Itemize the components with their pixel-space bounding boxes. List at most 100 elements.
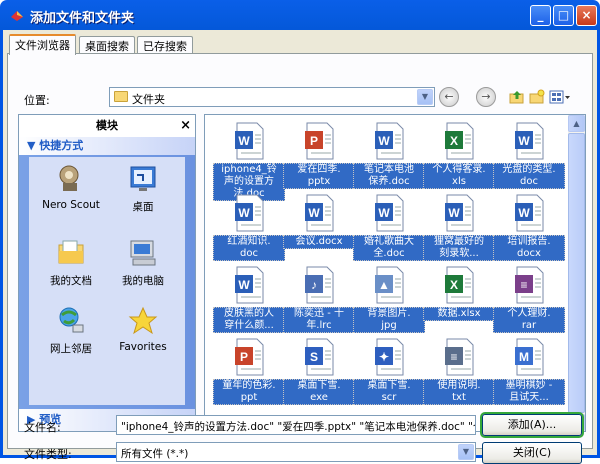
nero-scout-icon (59, 165, 79, 191)
file-item[interactable]: Wiphone4_铃 声的设置方 法.doc (213, 121, 285, 201)
shortcut-desktop[interactable]: 桌面 (107, 163, 179, 214)
shortcuts-section-header[interactable]: ▼ 快捷方式 (19, 137, 195, 155)
forward-button[interactable]: → (476, 87, 496, 107)
file-label: 背景图片. jpg (353, 307, 425, 333)
mp3-file-icon: M (511, 337, 547, 377)
view-menu-icon[interactable] (549, 89, 571, 105)
rar-file-icon: ≡ (511, 265, 547, 305)
file-item[interactable]: W 笔记本电池 保养.doc (353, 121, 425, 189)
doc-file-icon: W (441, 193, 477, 233)
file-item[interactable]: P 童年的色彩. ppt (213, 337, 285, 405)
tab-saved-search[interactable]: 已存搜索 (137, 36, 193, 54)
shortcut-my-documents[interactable]: 我的文档 (35, 237, 107, 288)
svg-text:≡: ≡ (520, 278, 527, 292)
modules-header: 模块 × (19, 115, 195, 137)
back-button[interactable]: ← (439, 87, 459, 107)
file-label: 培训报告. docx (493, 235, 565, 261)
location-combobox[interactable]: 文件夹 ▼ (109, 87, 435, 107)
file-label-line: 墨明棋妙 - (505, 380, 553, 391)
file-label: 使用说明. txt (423, 379, 495, 405)
svg-text:W: W (448, 206, 460, 220)
file-item[interactable]: ♪ 陈奕迅 - 十年.lrc (283, 265, 355, 333)
file-list[interactable]: ▲ ▼ Wiphone4_铃声的设置方法.doc P 爱在四季.pptx W 笔记本电池… (204, 114, 586, 432)
ppt-file-icon: P (301, 121, 337, 161)
shortcuts-title: 快捷方式 (39, 139, 84, 152)
file-label-line: 爱在四季. (297, 164, 341, 175)
svg-text:X: X (450, 134, 458, 148)
new-folder-icon[interactable] (529, 89, 545, 105)
file-label: 童年的色彩. ppt (213, 379, 285, 405)
doc-file-icon: W (231, 121, 267, 161)
file-label-line: 背景图片. (367, 308, 411, 319)
desktop-icon (130, 166, 156, 191)
file-label-line: 年.lrc (306, 320, 332, 331)
file-item[interactable]: ✦ 桌面下雪. scr (353, 337, 425, 405)
file-item[interactable]: W 光盘的类型. doc (493, 121, 565, 189)
doc-file-icon: W (231, 265, 267, 305)
file-item[interactable]: X 个人得客录. xls (423, 121, 495, 189)
file-label-line: txt (452, 392, 466, 403)
file-item[interactable]: P 爱在四季. pptx (283, 121, 355, 189)
file-label-line: doc (240, 248, 258, 259)
minimize-button[interactable]: _ (530, 5, 551, 26)
close-panel-button[interactable]: × (180, 115, 191, 137)
doc-file-icon: W (511, 121, 547, 161)
file-label-line: ppt (240, 392, 258, 403)
file-item[interactable]: S 桌面下雪. exe (283, 337, 355, 405)
file-label-line: 数据.xlsx (437, 308, 481, 319)
filetype-value: 所有文件 (*.*) (121, 448, 189, 460)
file-item[interactable]: W 培训报告. docx (493, 193, 565, 261)
file-item[interactable]: ≡ 使用说明. txt (423, 337, 495, 405)
file-item[interactable]: W 皮肤黑的人 穿什么颜... (213, 265, 285, 333)
svg-text:M: M (519, 350, 529, 364)
file-item[interactable]: W 会议.docx (283, 193, 355, 249)
add-button[interactable]: 添加(A)... (482, 414, 582, 436)
doc-file-icon: W (231, 193, 267, 233)
tab-desktop-search[interactable]: 桌面搜索 (79, 36, 135, 54)
maximize-button[interactable]: □ (553, 5, 574, 26)
ppt-file-icon: P (231, 337, 267, 377)
shortcut-label: Favorites (119, 341, 167, 353)
tab-file-browser[interactable]: 文件浏览器 (9, 34, 76, 55)
window-title: 添加文件和文件夹 (30, 11, 135, 26)
scroll-up-button[interactable]: ▲ (568, 115, 585, 132)
close-button[interactable]: 关闭(C) (482, 442, 582, 464)
file-label-line: 会议.docx (295, 236, 343, 247)
file-item[interactable]: W 婚礼歌曲大 全.doc (353, 193, 425, 261)
file-item[interactable]: W 红酒知识. doc (213, 193, 285, 261)
scroll-thumb[interactable] (568, 133, 585, 413)
up-folder-icon[interactable] (509, 89, 525, 105)
location-value: 文件夹 (132, 93, 165, 106)
shortcut-my-computer[interactable]: 我的电脑 (107, 237, 179, 288)
file-item[interactable]: ≡ 个人理财. rar (493, 265, 565, 333)
favorites-star-icon (128, 306, 158, 335)
file-label-line: 个人理财. (507, 308, 551, 319)
doc-file-icon: W (511, 193, 547, 233)
svg-text:♪: ♪ (311, 278, 317, 292)
shortcut-nero-scout[interactable]: Nero Scout (35, 163, 107, 211)
file-item[interactable]: X 数据.xlsx (423, 265, 495, 321)
file-label: 桌面下雪. scr (353, 379, 425, 405)
shortcut-favorites[interactable]: Favorites (107, 305, 179, 353)
my-documents-icon (58, 240, 84, 264)
file-item[interactable]: ▲ 背景图片. jpg (353, 265, 425, 333)
file-label-line: 狸窝最好的 (434, 236, 484, 247)
close-window-button[interactable]: × (576, 5, 597, 26)
file-label-line: 培训报告. (507, 236, 551, 247)
chevron-down-icon[interactable]: ▼ (417, 89, 433, 105)
location-label: 位置: (24, 94, 50, 107)
file-item[interactable]: W 狸窝最好的 刻录软... (423, 193, 495, 261)
filetype-select[interactable]: 所有文件 (*.*) ▼ (116, 442, 476, 462)
file-label-line: doc (520, 176, 538, 187)
modules-title: 模块 (96, 119, 118, 132)
file-label: 光盘的类型. doc (493, 163, 565, 189)
vertical-scrollbar[interactable]: ▲ ▼ (568, 115, 585, 431)
svg-text:W: W (378, 134, 390, 148)
shortcut-label: 我的文档 (50, 275, 92, 287)
shortcuts-area: ▼ 快捷方式 Nero Scout 桌面 我的文档 我的电脑 网上邻居 Favo… (19, 137, 195, 409)
file-item[interactable]: M 墨明棋妙 - 且试天... (493, 337, 565, 405)
file-label-line: rar (521, 320, 537, 331)
shortcut-network[interactable]: 网上邻居 (35, 305, 107, 356)
file-label: 红酒知识. doc (213, 235, 285, 261)
filename-input[interactable]: "iphone4_铃声的设置方法.doc" "爱在四季.pptx" "笔记本电池… (116, 415, 476, 435)
